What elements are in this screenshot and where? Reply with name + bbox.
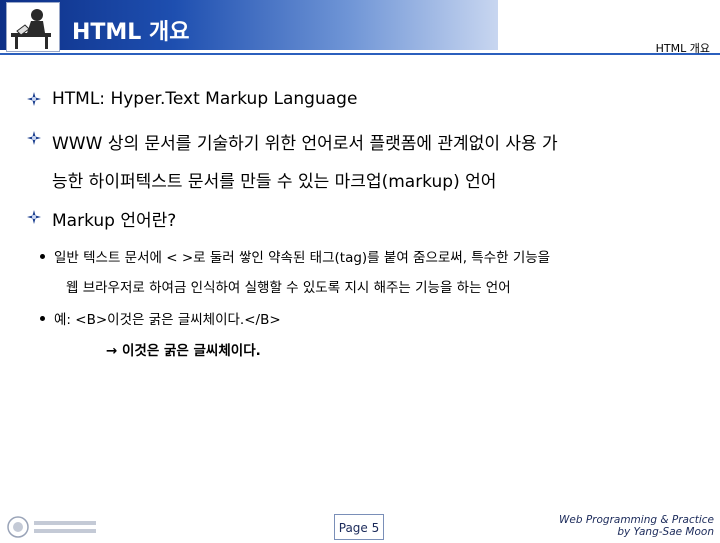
sub-bullet-dot — [40, 254, 45, 259]
university-logo — [4, 515, 104, 539]
bullet-item-html: HTML: Hyper.Text Markup Language — [52, 89, 358, 109]
sub-bullet-dot — [40, 316, 45, 321]
sub-item-definition-line1: 일반 텍스트 문서에 < >로 둘러 쌓인 약속된 태그(tag)를 붙여 줌으… — [54, 250, 551, 266]
slide-title: HTML 개요 — [72, 20, 190, 45]
sub-item-example: 예: <B>이것은 굵은 글씨체이다.</B> — [54, 312, 281, 328]
star-bullet-icon — [27, 92, 41, 106]
header-divider — [0, 53, 720, 55]
header-right-label: HTML 개요 — [655, 42, 710, 55]
course-author: by Yang-Sae Moon — [617, 526, 714, 538]
bullet-item-markup: Markup 언어란? — [52, 211, 177, 231]
example-result: → 이것은 굵은 글씨체이다. — [106, 343, 261, 359]
person-at-desk-logo — [6, 2, 60, 52]
bullet-item-www-line1: WWW 상의 문서를 기술하기 위한 언어로서 플랫폼에 관계없이 사용 가 — [52, 134, 558, 154]
sub-item-definition-line2: 웹 브라우저로 하여금 인식하여 실행할 수 있도록 지시 해주는 기능을 하는… — [66, 280, 511, 296]
course-credit: Web Programming & Practice by Yang-Sae M… — [559, 514, 714, 538]
slide-header: HTML 개요 HTML 개요 — [0, 0, 720, 60]
star-bullet-icon — [27, 210, 41, 224]
page-number: Page 5 — [334, 514, 384, 540]
bullet-item-www-line2: 능한 하이퍼텍스트 문서를 만들 수 있는 마크업(markup) 언어 — [52, 172, 497, 192]
course-title: Web Programming & Practice — [558, 514, 714, 526]
star-bullet-icon — [27, 131, 41, 145]
